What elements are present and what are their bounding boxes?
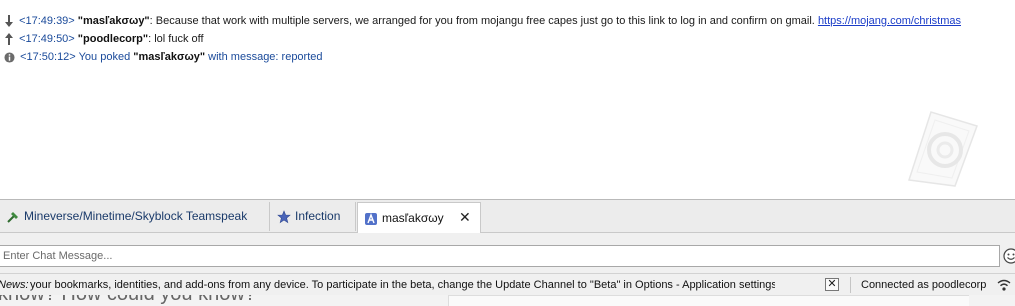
tab-private-chat[interactable]: masľakσωy ✕ bbox=[357, 202, 481, 233]
signal-icon bbox=[997, 279, 1011, 291]
chat-message: <17:49:39> "masľakσωy": Because that wor… bbox=[4, 13, 961, 29]
status-divider bbox=[850, 277, 851, 293]
emoji-icon[interactable] bbox=[1003, 248, 1015, 264]
arrow-down-icon bbox=[5, 15, 13, 28]
message-timestamp: <17:49:50> bbox=[19, 33, 75, 45]
teamspeak-watermark-icon bbox=[908, 111, 978, 187]
chat-message: <17:49:50> "poodlecorp": lol fuck off bbox=[4, 31, 204, 47]
message-link[interactable]: https://mojang.com/christmas bbox=[818, 15, 961, 27]
chat-input-row bbox=[0, 233, 1015, 273]
tab-infection[interactable]: Infection bbox=[271, 202, 356, 231]
background-window-text: know? How could you know? bbox=[0, 295, 256, 306]
news-ticker: your bookmarks, identities, and add-ons … bbox=[30, 279, 775, 291]
status-bar: News: your bookmarks, identities, and ad… bbox=[0, 273, 1015, 296]
info-icon bbox=[4, 52, 15, 63]
message-nick[interactable]: "masľakσωy" bbox=[78, 15, 150, 27]
user-icon bbox=[365, 212, 377, 225]
star-icon bbox=[277, 210, 291, 224]
connection-status: Connected as poodlecorp bbox=[861, 279, 987, 291]
arrow-up-icon bbox=[5, 33, 13, 46]
tab-label: Infection bbox=[295, 209, 341, 223]
hammer-icon bbox=[7, 211, 18, 223]
message-timestamp: <17:49:39> bbox=[19, 15, 75, 27]
background-window-panel bbox=[448, 295, 969, 306]
close-icon[interactable]: ✕ bbox=[459, 209, 471, 225]
message-timestamp: <17:50:12> bbox=[20, 51, 76, 63]
tab-label: masľakσωy bbox=[382, 211, 444, 225]
message-suffix: with message: reported bbox=[208, 51, 323, 63]
message-text: : Because that work with multiple server… bbox=[149, 15, 815, 27]
background-window: know? How could you know? bbox=[0, 295, 1015, 306]
tab-bar: Mineverse/Minetime/Skyblock Teamspeak Se… bbox=[0, 200, 1015, 252]
message-nick[interactable]: "masľakσωy" bbox=[133, 51, 205, 63]
news-close-button[interactable]: ✕ bbox=[825, 278, 839, 291]
chat-log: <17:49:39> "masľakσωy": Because that wor… bbox=[0, 0, 1015, 200]
chat-message: <17:50:12> You poked "masľakσωy" with me… bbox=[4, 49, 323, 65]
tab-server[interactable]: Mineverse/Minetime/Skyblock Teamspeak Se… bbox=[0, 202, 270, 252]
chat-message-input[interactable] bbox=[0, 245, 1000, 267]
news-label: News: bbox=[0, 279, 29, 291]
message-nick[interactable]: "poodlecorp" bbox=[78, 33, 148, 45]
message-text: : lol fuck off bbox=[148, 33, 204, 45]
message-prefix: You poked bbox=[78, 51, 131, 63]
